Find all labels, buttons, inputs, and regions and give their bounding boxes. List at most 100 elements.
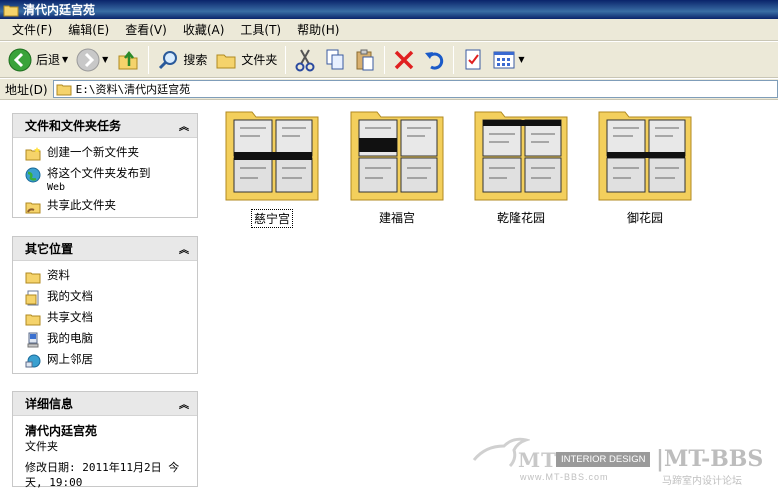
back-arrow-icon — [8, 48, 32, 71]
collapse-chevron-icon[interactable]: ︽ — [179, 396, 189, 411]
watermark: MT INTERIOR DESIGN |MT-BBS www.MT-BBS.co… — [470, 430, 770, 490]
toolbar-separator — [148, 45, 150, 74]
folder-name: 乾隆花园 — [496, 211, 545, 225]
details-panel: 详细信息 ︽ 清代内廷宫苑 文件夹 修改日期: 2011年11月2日 今 天, … — [12, 391, 198, 489]
task-new-folder[interactable]: 创建一个新文件夹 — [25, 146, 189, 162]
folder-item[interactable]: 建福宫 — [342, 106, 452, 226]
copy-icon — [326, 49, 344, 69]
new-folder-icon — [25, 147, 41, 161]
paste-icon — [356, 49, 374, 70]
folder-item[interactable]: 御花园 — [590, 106, 700, 226]
task-pane: 文件和文件夹任务 ︽ 创建一个新文件夹 将这个文件夹发布到 Web 共享此文件夹… — [0, 101, 210, 497]
task-label: 创建一个新文件夹 — [47, 145, 139, 159]
folders-icon — [216, 54, 236, 68]
menu-tools[interactable]: 工具(T) — [232, 21, 289, 38]
views-grid-icon — [493, 51, 515, 68]
menu-view[interactable]: 查看(V) — [117, 21, 175, 38]
watermark-interior: INTERIOR DESIGN — [556, 452, 651, 467]
place-shared-documents[interactable]: 共享文档 — [25, 311, 189, 327]
toolbar: 后退 ▼ ▼ 搜索 文件夹 ▼ — [0, 42, 778, 78]
folder-icon — [3, 5, 19, 16]
thumbnail-folder-icon — [474, 111, 568, 201]
up-button[interactable] — [112, 45, 144, 75]
file-tasks-panel: 文件和文件夹任务 ︽ 创建一个新文件夹 将这个文件夹发布到 Web 共享此文件夹 — [12, 113, 198, 218]
views-button[interactable]: ▼ — [488, 45, 528, 75]
delete-button[interactable] — [389, 45, 419, 75]
shared-folder-icon — [25, 202, 41, 214]
other-places-panel: 其它位置 ︽ 资料 我的文档 共享文档 我的电脑 网上邻居 — [12, 236, 198, 374]
scissors-icon — [295, 49, 315, 71]
menu-favorites[interactable]: 收藏(A) — [175, 21, 233, 38]
search-button[interactable]: 搜索 — [153, 45, 211, 75]
folder-icon — [25, 272, 41, 284]
file-tasks-header[interactable]: 文件和文件夹任务 ︽ — [13, 114, 197, 138]
properties-button[interactable] — [458, 45, 488, 75]
paste-button[interactable] — [350, 45, 380, 75]
folder-item[interactable]: 乾隆花园 — [466, 106, 576, 226]
collapse-chevron-icon[interactable]: ︽ — [179, 241, 189, 256]
thumbnail-folder-icon — [598, 111, 692, 201]
menu-bar: 文件(F) 编辑(E) 查看(V) 收藏(A) 工具(T) 帮助(H) — [0, 19, 778, 41]
toolbar-separator — [453, 45, 455, 74]
folder-icon — [56, 84, 72, 96]
folder-name: 御花园 — [626, 211, 663, 225]
search-label: 搜索 — [183, 53, 208, 67]
collapse-chevron-icon[interactable]: ︽ — [179, 118, 189, 133]
toolbar-separator — [285, 45, 287, 74]
toolbar-separator — [384, 45, 386, 74]
task-label-web: Web — [47, 182, 66, 193]
details-name: 清代内廷宫苑 — [25, 424, 98, 438]
cut-button[interactable] — [290, 45, 320, 75]
task-share-folder[interactable]: 共享此文件夹 — [25, 199, 189, 215]
place-network[interactable]: 网上邻居 — [25, 353, 189, 369]
title-bar: 清代内廷宫苑 — [0, 0, 778, 19]
forward-button[interactable]: ▼ — [72, 45, 112, 75]
other-places-title: 其它位置 — [25, 242, 74, 256]
back-button[interactable]: 后退 ▼ — [4, 45, 72, 75]
address-bar: 地址(D) E:\资料\清代内廷宫苑 — [0, 79, 778, 100]
folders-button[interactable]: 文件夹 — [211, 45, 281, 75]
delete-x-icon — [395, 50, 414, 69]
my-documents-icon — [25, 290, 39, 306]
window-title: 清代内廷宫苑 — [23, 3, 96, 17]
up-folder-icon — [118, 50, 138, 69]
task-label: 共享此文件夹 — [47, 198, 116, 212]
views-dropdown-icon[interactable]: ▼ — [518, 55, 524, 64]
watermark-bbs: |MT-BBS — [656, 446, 764, 472]
forward-dropdown-icon[interactable]: ▼ — [102, 55, 108, 64]
address-value: E:\资料\清代内廷宫苑 — [75, 83, 191, 96]
folder-name: 建福宫 — [378, 211, 415, 225]
globe-icon — [25, 167, 41, 183]
back-label: 后退 — [36, 53, 61, 67]
file-tasks-title: 文件和文件夹任务 — [25, 119, 122, 133]
watermark-cn: 马蹄室内设计论坛 — [662, 476, 742, 487]
details-header[interactable]: 详细信息 ︽ — [13, 392, 197, 416]
thumbnail-folder-icon — [225, 111, 319, 201]
properties-icon — [465, 49, 481, 69]
place-ziliao[interactable]: 资料 — [25, 269, 189, 285]
details-modified: 修改日期: 2011年11月2日 今 — [25, 461, 180, 474]
other-places-header[interactable]: 其它位置 ︽ — [13, 237, 197, 261]
search-icon — [159, 50, 178, 69]
menu-help[interactable]: 帮助(H) — [289, 21, 347, 38]
task-publish-web[interactable]: 将这个文件夹发布到 Web — [25, 167, 189, 194]
place-my-computer[interactable]: 我的电脑 — [25, 332, 189, 348]
task-label-wrap: 将这个文件夹发布到 Web — [47, 167, 151, 194]
place-label: 网上邻居 — [47, 352, 93, 366]
details-modified-cont: 天, 19:00 — [25, 476, 83, 489]
watermark-url: www.MT-BBS.com — [520, 472, 609, 482]
menu-file[interactable]: 文件(F) — [4, 21, 60, 38]
network-icon — [25, 354, 41, 368]
address-input[interactable]: E:\资料\清代内廷宫苑 — [52, 80, 778, 98]
back-dropdown-icon[interactable]: ▼ — [62, 55, 68, 64]
copy-button[interactable] — [320, 45, 350, 75]
menu-edit[interactable]: 编辑(E) — [60, 21, 117, 38]
undo-icon — [425, 51, 444, 70]
undo-button[interactable] — [419, 45, 449, 75]
task-label: 将这个文件夹发布到 — [47, 166, 151, 180]
forward-arrow-icon — [76, 48, 100, 71]
folder-icon — [25, 314, 41, 326]
folder-item[interactable]: 慈宁宫 — [217, 106, 327, 228]
place-label: 我的电脑 — [47, 331, 93, 345]
place-my-documents[interactable]: 我的文档 — [25, 290, 189, 306]
